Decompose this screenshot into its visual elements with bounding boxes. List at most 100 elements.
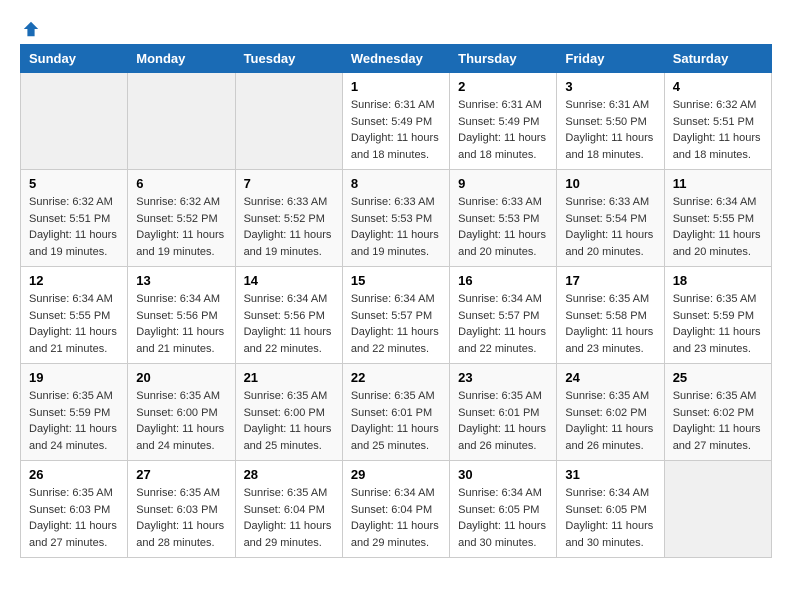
day-number: 14 bbox=[244, 273, 334, 288]
day-number: 27 bbox=[136, 467, 226, 482]
calendar-week-row: 12 Sunrise: 6:34 AMSunset: 5:55 PMDayligh… bbox=[21, 267, 772, 364]
day-number: 31 bbox=[565, 467, 655, 482]
day-number: 4 bbox=[673, 79, 763, 94]
calendar-cell: 19Sunrise: 6:35 AMSunset: 5:59 PMDayligh… bbox=[21, 364, 128, 461]
day-number: 21 bbox=[244, 370, 334, 385]
calendar-cell: 6 Sunrise: 6:32 AMSunset: 5:52 PMDaylight… bbox=[128, 170, 235, 267]
calendar-cell: 17 Sunrise: 6:35 AMSunset: 5:58 PMDayligh… bbox=[557, 267, 664, 364]
day-number: 23 bbox=[458, 370, 548, 385]
day-info: Sunrise: 6:31 AMSunset: 5:49 PMDaylight:… bbox=[458, 97, 548, 163]
calendar-cell: 29 Sunrise: 6:34 AMSunset: 6:04 PMDayligh… bbox=[342, 461, 449, 558]
logo bbox=[20, 20, 40, 34]
calendar-cell: 15 Sunrise: 6:34 AMSunset: 5:57 PMDayligh… bbox=[342, 267, 449, 364]
weekday-header-saturday: Saturday bbox=[664, 45, 771, 73]
day-info: Sunrise: 6:34 AMSunset: 5:56 PMDaylight:… bbox=[136, 291, 226, 357]
calendar-header-row: SundayMondayTuesdayWednesdayThursdayFrid… bbox=[21, 45, 772, 73]
day-info: Sunrise: 6:31 AMSunset: 5:49 PMDaylight:… bbox=[351, 97, 441, 163]
day-number: 30 bbox=[458, 467, 548, 482]
day-info: Sunrise: 6:35 AMSunset: 6:04 PMDaylight:… bbox=[244, 485, 334, 551]
day-info: Sunrise: 6:35 AMSunset: 6:00 PMDaylight:… bbox=[136, 388, 226, 454]
calendar-cell: 14 Sunrise: 6:34 AMSunset: 5:56 PMDayligh… bbox=[235, 267, 342, 364]
day-number: 2 bbox=[458, 79, 548, 94]
day-info: Sunrise: 6:35 AMSunset: 5:58 PMDaylight:… bbox=[565, 291, 655, 357]
calendar-cell: 11 Sunrise: 6:34 AMSunset: 5:55 PMDayligh… bbox=[664, 170, 771, 267]
day-info: Sunrise: 6:34 AMSunset: 5:55 PMDaylight:… bbox=[673, 194, 763, 260]
calendar-cell bbox=[235, 73, 342, 170]
day-number: 10 bbox=[565, 176, 655, 191]
calendar-table: SundayMondayTuesdayWednesdayThursdayFrid… bbox=[20, 44, 772, 558]
day-info: Sunrise: 6:34 AMSunset: 6:04 PMDaylight:… bbox=[351, 485, 441, 551]
day-number: 6 bbox=[136, 176, 226, 191]
calendar-cell: 22 Sunrise: 6:35 AMSunset: 6:01 PMDayligh… bbox=[342, 364, 449, 461]
weekday-header-monday: Monday bbox=[128, 45, 235, 73]
calendar-cell: 12 Sunrise: 6:34 AMSunset: 5:55 PMDayligh… bbox=[21, 267, 128, 364]
day-number: 28 bbox=[244, 467, 334, 482]
weekday-header-tuesday: Tuesday bbox=[235, 45, 342, 73]
day-number: 1 bbox=[351, 79, 441, 94]
calendar-cell: 1 Sunrise: 6:31 AMSunset: 5:49 PMDaylight… bbox=[342, 73, 449, 170]
day-info: Sunrise: 6:32 AMSunset: 5:52 PMDaylight:… bbox=[136, 194, 226, 260]
day-number: 15 bbox=[351, 273, 441, 288]
day-number: 24 bbox=[565, 370, 655, 385]
day-info: Sunrise: 6:35 AMSunset: 5:59 PMDaylight:… bbox=[673, 291, 763, 357]
day-number: 9 bbox=[458, 176, 548, 191]
weekday-header-wednesday: Wednesday bbox=[342, 45, 449, 73]
calendar-week-row: 26 Sunrise: 6:35 AMSunset: 6:03 PMDayligh… bbox=[21, 461, 772, 558]
calendar-cell: 13Sunrise: 6:34 AMSunset: 5:56 PMDayligh… bbox=[128, 267, 235, 364]
calendar-week-row: 5 Sunrise: 6:32 AMSunset: 5:51 PMDaylight… bbox=[21, 170, 772, 267]
page-header bbox=[20, 20, 772, 34]
day-number: 17 bbox=[565, 273, 655, 288]
day-number: 29 bbox=[351, 467, 441, 482]
day-number: 8 bbox=[351, 176, 441, 191]
day-number: 16 bbox=[458, 273, 548, 288]
day-info: Sunrise: 6:35 AMSunset: 6:03 PMDaylight:… bbox=[136, 485, 226, 551]
day-info: Sunrise: 6:35 AMSunset: 6:03 PMDaylight:… bbox=[29, 485, 119, 551]
day-info: Sunrise: 6:34 AMSunset: 6:05 PMDaylight:… bbox=[458, 485, 548, 551]
day-info: Sunrise: 6:35 AMSunset: 6:02 PMDaylight:… bbox=[673, 388, 763, 454]
calendar-cell: 21 Sunrise: 6:35 AMSunset: 6:00 PMDayligh… bbox=[235, 364, 342, 461]
calendar-cell: 30 Sunrise: 6:34 AMSunset: 6:05 PMDayligh… bbox=[450, 461, 557, 558]
day-number: 11 bbox=[673, 176, 763, 191]
calendar-cell: 5 Sunrise: 6:32 AMSunset: 5:51 PMDaylight… bbox=[21, 170, 128, 267]
day-info: Sunrise: 6:34 AMSunset: 5:56 PMDaylight:… bbox=[244, 291, 334, 357]
day-info: Sunrise: 6:33 AMSunset: 5:53 PMDaylight:… bbox=[458, 194, 548, 260]
calendar-cell: 8Sunrise: 6:33 AMSunset: 5:53 PMDaylight… bbox=[342, 170, 449, 267]
calendar-cell: 4Sunrise: 6:32 AMSunset: 5:51 PMDaylight… bbox=[664, 73, 771, 170]
day-info: Sunrise: 6:35 AMSunset: 6:00 PMDaylight:… bbox=[244, 388, 334, 454]
day-info: Sunrise: 6:34 AMSunset: 5:57 PMDaylight:… bbox=[458, 291, 548, 357]
day-number: 5 bbox=[29, 176, 119, 191]
calendar-week-row: 19Sunrise: 6:35 AMSunset: 5:59 PMDayligh… bbox=[21, 364, 772, 461]
calendar-cell: 7 Sunrise: 6:33 AMSunset: 5:52 PMDaylight… bbox=[235, 170, 342, 267]
calendar-cell bbox=[21, 73, 128, 170]
calendar-cell: 20Sunrise: 6:35 AMSunset: 6:00 PMDayligh… bbox=[128, 364, 235, 461]
calendar-cell: 10 Sunrise: 6:33 AMSunset: 5:54 PMDayligh… bbox=[557, 170, 664, 267]
calendar-cell: 18Sunrise: 6:35 AMSunset: 5:59 PMDayligh… bbox=[664, 267, 771, 364]
day-info: Sunrise: 6:33 AMSunset: 5:52 PMDaylight:… bbox=[244, 194, 334, 260]
calendar-cell: 9 Sunrise: 6:33 AMSunset: 5:53 PMDaylight… bbox=[450, 170, 557, 267]
calendar-cell: 27 Sunrise: 6:35 AMSunset: 6:03 PMDayligh… bbox=[128, 461, 235, 558]
day-number: 26 bbox=[29, 467, 119, 482]
day-number: 22 bbox=[351, 370, 441, 385]
day-number: 7 bbox=[244, 176, 334, 191]
day-number: 25 bbox=[673, 370, 763, 385]
calendar-cell: 23 Sunrise: 6:35 AMSunset: 6:01 PMDayligh… bbox=[450, 364, 557, 461]
calendar-cell: 2 Sunrise: 6:31 AMSunset: 5:49 PMDaylight… bbox=[450, 73, 557, 170]
calendar-cell bbox=[664, 461, 771, 558]
day-info: Sunrise: 6:35 AMSunset: 6:01 PMDaylight:… bbox=[351, 388, 441, 454]
day-info: Sunrise: 6:35 AMSunset: 6:01 PMDaylight:… bbox=[458, 388, 548, 454]
day-number: 3 bbox=[565, 79, 655, 94]
calendar-cell: 16 Sunrise: 6:34 AMSunset: 5:57 PMDayligh… bbox=[450, 267, 557, 364]
day-info: Sunrise: 6:34 AMSunset: 5:55 PMDaylight:… bbox=[29, 291, 119, 357]
day-info: Sunrise: 6:34 AMSunset: 6:05 PMDaylight:… bbox=[565, 485, 655, 551]
calendar-cell: 28 Sunrise: 6:35 AMSunset: 6:04 PMDayligh… bbox=[235, 461, 342, 558]
day-number: 12 bbox=[29, 273, 119, 288]
day-info: Sunrise: 6:31 AMSunset: 5:50 PMDaylight:… bbox=[565, 97, 655, 163]
calendar-cell: 25 Sunrise: 6:35 AMSunset: 6:02 PMDayligh… bbox=[664, 364, 771, 461]
day-info: Sunrise: 6:32 AMSunset: 5:51 PMDaylight:… bbox=[29, 194, 119, 260]
calendar-week-row: 1 Sunrise: 6:31 AMSunset: 5:49 PMDaylight… bbox=[21, 73, 772, 170]
day-info: Sunrise: 6:34 AMSunset: 5:57 PMDaylight:… bbox=[351, 291, 441, 357]
calendar-cell: 24 Sunrise: 6:35 AMSunset: 6:02 PMDayligh… bbox=[557, 364, 664, 461]
day-info: Sunrise: 6:35 AMSunset: 6:02 PMDaylight:… bbox=[565, 388, 655, 454]
day-info: Sunrise: 6:33 AMSunset: 5:54 PMDaylight:… bbox=[565, 194, 655, 260]
day-number: 19 bbox=[29, 370, 119, 385]
